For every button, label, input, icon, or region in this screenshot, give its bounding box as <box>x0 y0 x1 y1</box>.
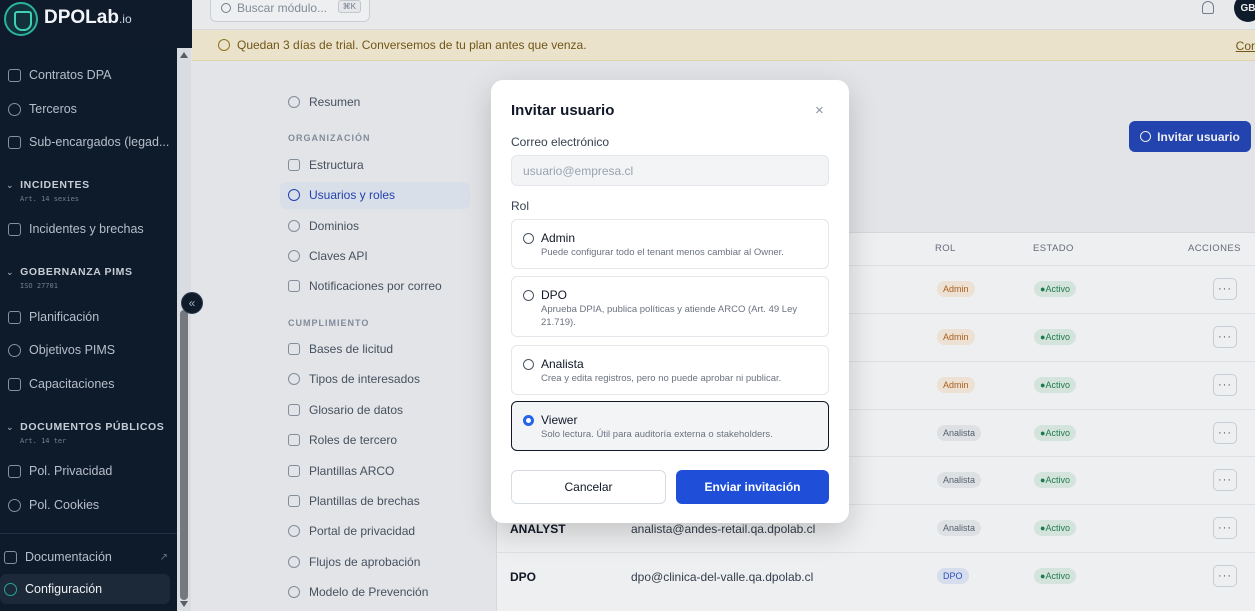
collapse-sidebar-button[interactable]: « <box>181 292 203 314</box>
brand-suffix: .io <box>118 12 132 26</box>
radio-analista[interactable] <box>523 359 534 370</box>
role-option-name: DPO <box>541 288 568 302</box>
radio-dpo[interactable] <box>523 290 534 301</box>
role-option-admin[interactable]: Admin Puede configurar todo el tenant me… <box>511 219 829 269</box>
shield-logo-icon <box>4 2 38 36</box>
role-option-name: Viewer <box>541 413 578 427</box>
role-label: Rol <box>511 199 530 213</box>
brand-logo[interactable]: DPOLab.io <box>0 0 192 48</box>
role-option-dpo[interactable]: DPO Aprueba DPIA, publica políticas y at… <box>511 276 829 337</box>
radio-viewer[interactable] <box>523 415 534 426</box>
radio-admin[interactable] <box>523 233 534 244</box>
email-field[interactable] <box>511 155 829 186</box>
close-icon[interactable]: × <box>815 102 824 119</box>
invite-user-modal: Invitar usuario × Correo electrónico Rol… <box>491 80 849 523</box>
role-option-description: Aprueba DPIA, publica políticas y atiend… <box>541 304 798 328</box>
cancel-button[interactable]: Cancelar <box>511 470 666 504</box>
role-option-viewer[interactable]: Viewer Solo lectura. Útil para auditoría… <box>511 401 829 451</box>
role-option-description: Puede configurar todo el tenant menos ca… <box>541 247 784 258</box>
role-option-description: Solo lectura. Útil para auditoría extern… <box>541 429 773 440</box>
role-option-name: Admin <box>541 231 576 245</box>
role-option-analista[interactable]: Analista Crea y edita registros, pero no… <box>511 345 829 395</box>
email-label: Correo electrónico <box>511 135 610 149</box>
brand-name: DPOLab <box>44 7 119 28</box>
role-option-description: Crea y edita registros, pero no puede ap… <box>541 373 782 384</box>
modal-title: Invitar usuario <box>511 102 615 119</box>
role-option-name: Analista <box>541 357 584 371</box>
send-invitation-button[interactable]: Enviar invitación <box>676 470 829 504</box>
